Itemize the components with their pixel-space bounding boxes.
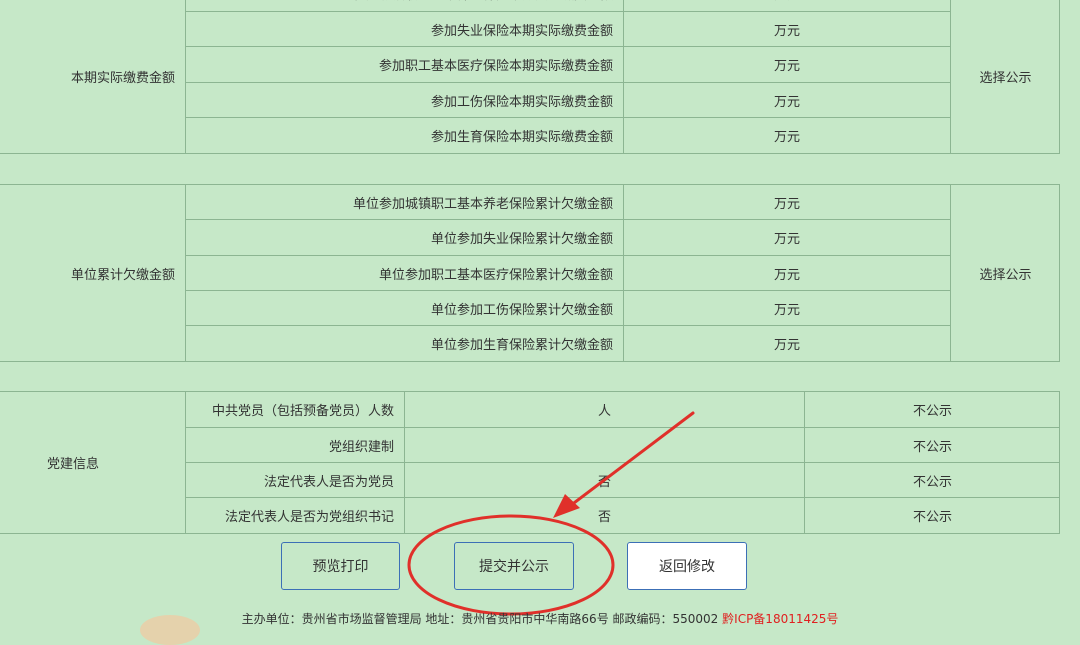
section2-option[interactable]: 选择公示 <box>950 185 1060 361</box>
party-row-visibility[interactable]: 不公示 <box>804 463 1060 498</box>
party-rows: 中共党员（包括预备党员）人数 人 不公示 党组织建制 不公示 法定代表人是否为党… <box>185 392 1060 533</box>
party-label: 党建信息 <box>47 457 100 472</box>
table-bottom-line <box>0 533 1060 534</box>
section1-row-unit: 万元 <box>623 118 950 153</box>
section1-row-item: 参加生育保险本期实际缴费金额 <box>185 118 623 153</box>
section2-row-unit: 万元 <box>623 291 950 326</box>
section2-rows: 单位参加城镇职工基本养老保险累计欠缴金额 万元 单位参加失业保险累计欠缴金额 万… <box>185 185 950 361</box>
section1-option[interactable]: 选择公示 <box>950 0 1060 153</box>
section1-row-item: 参加城镇职工基本养老保险本期实际缴费金额 <box>185 0 623 12</box>
section2-row-item: 单位参加职工基本医疗保险累计欠缴金额 <box>185 256 623 291</box>
party-row-visibility[interactable]: 不公示 <box>804 428 1060 463</box>
section2-row-unit: 万元 <box>623 220 950 256</box>
section1-row-item: 参加工伤保险本期实际缴费金额 <box>185 83 623 118</box>
party-row-value[interactable]: 否 <box>404 463 804 498</box>
section2-row-unit: 万元 <box>623 256 950 291</box>
submit-publish-button[interactable]: 提交并公示 <box>454 542 574 590</box>
section1-row-unit: 万元 <box>623 83 950 118</box>
preview-print-button[interactable]: 预览打印 <box>281 542 400 590</box>
party-row-value[interactable]: 人 <box>404 392 804 428</box>
section2-label: 单位累计欠缴金额 <box>70 267 175 283</box>
party-row-visibility[interactable]: 不公示 <box>804 498 1060 533</box>
section2-row-item: 单位参加失业保险累计欠缴金额 <box>185 220 623 256</box>
section1-bottom-line <box>0 153 1060 154</box>
section2-row-item: 单位参加生育保险累计欠缴金额 <box>185 326 623 361</box>
party-row-item: 法定代表人是否为党员 <box>185 463 404 498</box>
section2-row-item: 单位参加工伤保险累计欠缴金额 <box>185 291 623 326</box>
section2-row-unit: 万元 <box>623 326 950 361</box>
section2-bottom-line <box>0 361 1060 362</box>
section1-row-item: 参加失业保险本期实际缴费金额 <box>185 12 623 47</box>
back-edit-button[interactable]: 返回修改 <box>627 542 747 590</box>
section1-label: 本期实际缴费金额 <box>70 71 175 86</box>
party-row-item: 中共党员（包括预备党员）人数 <box>185 392 404 428</box>
section1-row-item: 参加职工基本医疗保险本期实际缴费金额 <box>185 47 623 83</box>
section1-row-unit: 万元 <box>623 47 950 83</box>
section2-row-item: 单位参加城镇职工基本养老保险累计欠缴金额 <box>185 185 623 220</box>
party-row-visibility[interactable]: 不公示 <box>804 392 1060 428</box>
section1-rows: 参加城镇职工基本养老保险本期实际缴费金额 万元 参加失业保险本期实际缴费金额 万… <box>185 0 950 153</box>
corner-badge-decoration <box>140 615 200 645</box>
section1-row-unit: 万元 <box>623 0 950 12</box>
party-row-item: 党组织建制 <box>185 428 404 463</box>
section1-row-unit: 万元 <box>623 12 950 47</box>
party-row-value[interactable]: 否 <box>404 498 804 533</box>
section2-row-unit: 万元 <box>623 185 950 220</box>
party-row-item: 法定代表人是否为党组织书记 <box>185 498 404 533</box>
party-row-value[interactable] <box>404 428 804 463</box>
